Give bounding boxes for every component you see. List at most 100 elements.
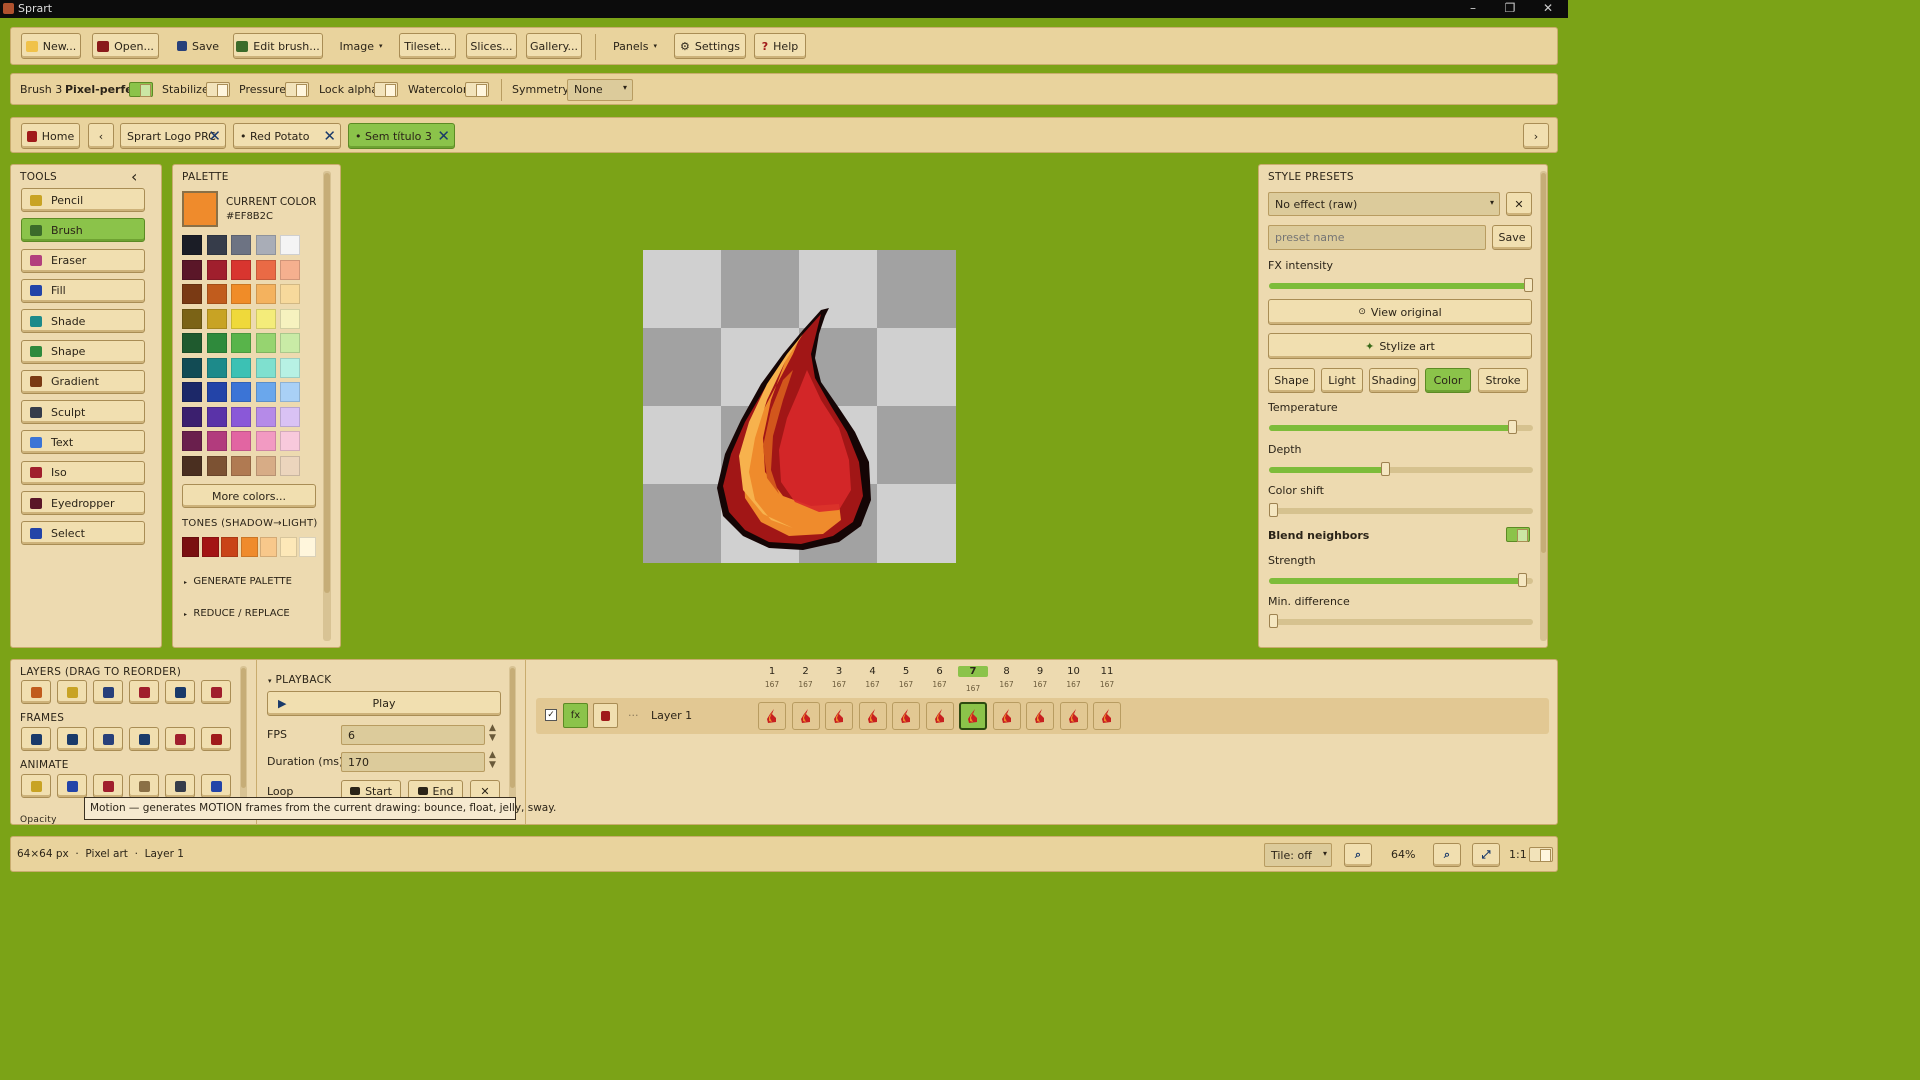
- frame-cell[interactable]: [959, 702, 987, 730]
- merge-layer-button[interactable]: [129, 680, 159, 704]
- palette-swatch[interactable]: [280, 382, 300, 402]
- minimize-icon[interactable]: –: [1466, 1, 1480, 15]
- tone-swatch[interactable]: [279, 537, 297, 557]
- tone-swatch[interactable]: [240, 537, 258, 557]
- strength-slider[interactable]: [1269, 573, 1533, 587]
- palette-swatch[interactable]: [182, 235, 202, 255]
- frame-number[interactable]: 10: [1059, 666, 1089, 677]
- palette-swatch[interactable]: [255, 406, 276, 427]
- clear-layer-button[interactable]: [165, 680, 195, 704]
- frame-cell[interactable]: [1026, 702, 1054, 730]
- zoom-out-button[interactable]: ⌕: [1344, 843, 1372, 867]
- remove-frame-button[interactable]: [57, 727, 87, 751]
- palette-swatch[interactable]: [182, 259, 202, 280]
- tabs-next-button[interactable]: ›: [1523, 123, 1549, 149]
- tool-gradient[interactable]: Gradient: [21, 369, 145, 394]
- palette-swatch[interactable]: [206, 308, 227, 329]
- tab-red-potato[interactable]: • Red Potato ✕: [233, 123, 341, 149]
- palette-swatch[interactable]: [280, 308, 300, 329]
- fx-intensity-slider[interactable]: [1269, 278, 1533, 292]
- pill-animate-button[interactable]: [201, 774, 231, 798]
- disable-frame-button[interactable]: [165, 727, 195, 751]
- tool-fill[interactable]: Fill: [21, 278, 145, 303]
- add-frame-button[interactable]: [21, 727, 51, 751]
- layer-lock-toggle[interactable]: [593, 703, 618, 728]
- palette-swatch[interactable]: [255, 235, 276, 255]
- frame-cell[interactable]: [825, 702, 853, 730]
- save-button[interactable]: Save: [170, 33, 226, 59]
- frame-number[interactable]: 2: [791, 666, 821, 677]
- more-colors-button[interactable]: More colors...: [182, 484, 316, 508]
- frame-cell[interactable]: [1059, 702, 1088, 730]
- palette-swatch[interactable]: [280, 284, 300, 304]
- play-button[interactable]: ▶ Play: [267, 691, 501, 716]
- frame-number[interactable]: 9: [1025, 666, 1055, 677]
- reduce-replace-section[interactable]: ▸ REDUCE / REPLACE: [184, 608, 290, 619]
- palette-swatch[interactable]: [231, 357, 251, 378]
- tool-iso[interactable]: Iso: [21, 460, 145, 485]
- layers-scrollbar[interactable]: [240, 666, 247, 806]
- palette-swatch[interactable]: [206, 382, 227, 402]
- frame-number[interactable]: 11: [1092, 666, 1122, 677]
- palette-swatch[interactable]: [280, 259, 300, 280]
- generate-palette-section[interactable]: ▸ GENERATE PALETTE: [184, 576, 292, 587]
- frame-cell[interactable]: [758, 702, 786, 730]
- new-button[interactable]: New...: [21, 33, 81, 59]
- palette-swatch[interactable]: [255, 357, 276, 378]
- palette-swatch[interactable]: [255, 455, 276, 476]
- close-tab-icon[interactable]: ✕: [437, 127, 450, 145]
- fit-screen-button[interactable]: ⤢: [1472, 843, 1500, 867]
- help-button[interactable]: ? Help: [754, 33, 806, 59]
- frame-number[interactable]: 6: [925, 666, 955, 677]
- palette-scrollbar[interactable]: [323, 171, 331, 641]
- open-button[interactable]: Open...: [92, 33, 159, 59]
- palette-swatch[interactable]: [255, 382, 276, 402]
- delete-frame-button[interactable]: [93, 727, 123, 751]
- palette-swatch[interactable]: [206, 357, 227, 378]
- settings-button[interactable]: ⚙ Settings: [674, 33, 746, 59]
- frame-number[interactable]: 3: [824, 666, 854, 677]
- layer-grid-button[interactable]: [201, 680, 231, 704]
- palette-swatch[interactable]: [231, 259, 251, 280]
- frame-cell[interactable]: [892, 702, 920, 730]
- pressure-toggle[interactable]: [285, 82, 309, 97]
- palette-swatch[interactable]: [182, 333, 202, 353]
- fx-tab-light[interactable]: Light: [1321, 368, 1363, 393]
- min-difference-slider[interactable]: [1269, 614, 1533, 628]
- palette-swatch[interactable]: [255, 431, 276, 451]
- close-tab-icon[interactable]: ✕: [208, 127, 221, 145]
- palette-swatch[interactable]: [231, 431, 251, 451]
- frame-number[interactable]: 4: [858, 666, 888, 677]
- temperature-slider[interactable]: [1269, 420, 1533, 434]
- palette-swatch[interactable]: [206, 259, 227, 280]
- pixel-perfect-toggle[interactable]: [129, 82, 153, 97]
- frame-cell[interactable]: [1093, 702, 1121, 730]
- zoom-in-button[interactable]: ⌕: [1433, 843, 1461, 867]
- palette-swatch[interactable]: [255, 333, 276, 353]
- duration-stepper[interactable]: ▲ ▼: [489, 750, 496, 770]
- lock-alpha-toggle[interactable]: [374, 82, 398, 97]
- preset-select[interactable]: No effect (raw) ▾: [1268, 192, 1500, 216]
- home-tab[interactable]: Home: [21, 123, 80, 149]
- palette-swatch[interactable]: [280, 406, 300, 427]
- lock-frame-button[interactable]: [201, 727, 231, 751]
- duplicate-layer-button[interactable]: [57, 680, 87, 704]
- frame-cell[interactable]: [992, 702, 1021, 730]
- actual-size-label[interactable]: 1:1: [1509, 848, 1527, 861]
- tone-swatch[interactable]: [201, 537, 219, 557]
- playback-scrollbar[interactable]: [509, 666, 516, 806]
- gallery-button[interactable]: Gallery...: [526, 33, 582, 59]
- palette-swatch[interactable]: [182, 284, 202, 304]
- tone-swatch[interactable]: [260, 537, 277, 557]
- tool-eyedropper[interactable]: Eyedropper: [21, 491, 145, 515]
- frame-cell[interactable]: [925, 702, 954, 730]
- tabs-prev-button[interactable]: ‹: [88, 123, 114, 149]
- frame-number[interactable]: 7: [958, 666, 988, 677]
- fx-tab-shape[interactable]: Shape: [1268, 368, 1315, 393]
- frame-number[interactable]: 8: [992, 666, 1022, 677]
- tool-text[interactable]: Text: [21, 430, 145, 455]
- image-menu[interactable]: Image ▾: [333, 33, 389, 59]
- tool-sculpt[interactable]: Sculpt: [21, 400, 145, 425]
- palette-swatch[interactable]: [231, 308, 251, 329]
- tween-animate-button[interactable]: [129, 774, 159, 798]
